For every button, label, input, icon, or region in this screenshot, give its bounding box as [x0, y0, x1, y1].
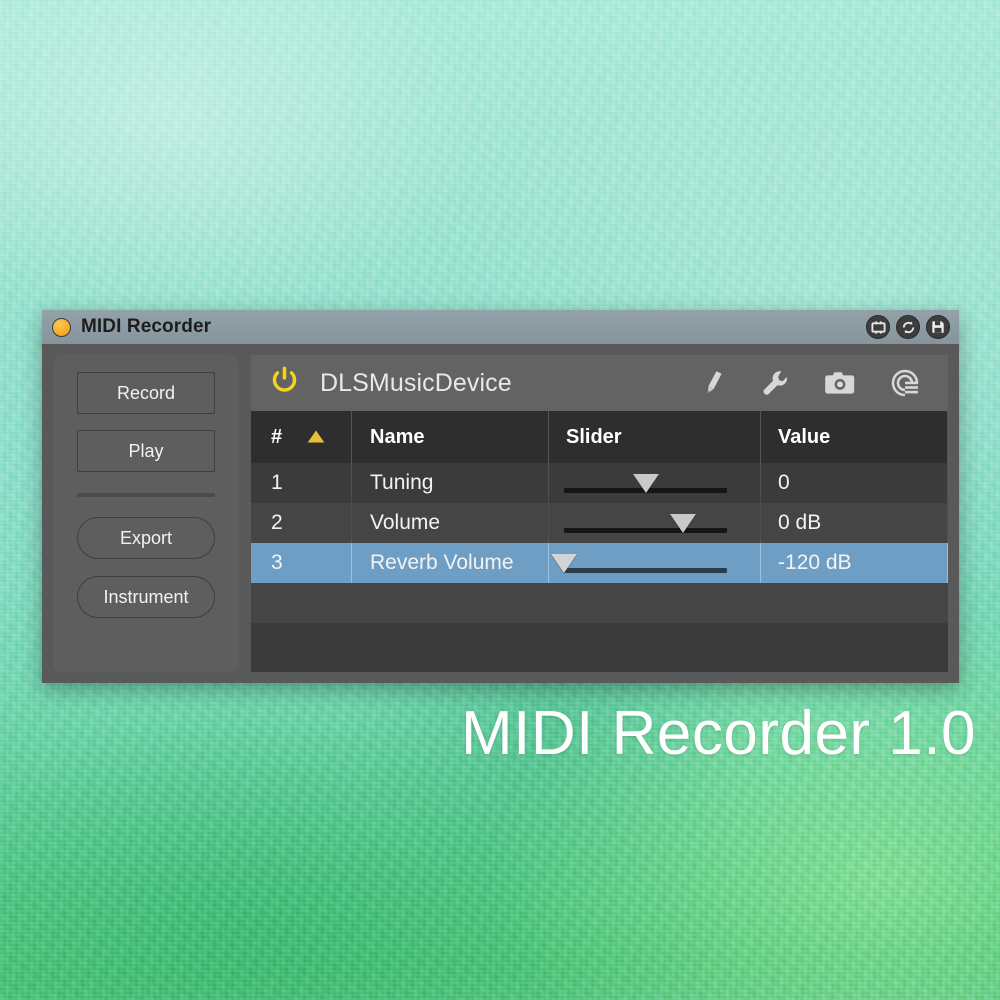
cell-name: Reverb Volume	[352, 543, 549, 583]
instrument-button[interactable]: Instrument	[77, 576, 215, 618]
pencil-icon[interactable]	[700, 369, 726, 397]
parameter-slider[interactable]	[564, 463, 727, 503]
window-frame-icon-button[interactable]	[866, 315, 890, 339]
play-button[interactable]: Play	[77, 430, 215, 472]
cell-value: 0	[761, 463, 948, 503]
table-empty-area	[251, 583, 948, 672]
column-header-number-label: #	[271, 425, 283, 448]
plugin-toolbar	[700, 368, 934, 398]
parameter-slider[interactable]	[564, 503, 727, 543]
cell-slider[interactable]	[549, 503, 761, 543]
window-action-buttons	[866, 310, 950, 344]
cell-number: 1	[251, 463, 352, 503]
parameter-slider[interactable]	[551, 543, 727, 583]
cell-name: Tuning	[352, 463, 549, 503]
wrench-icon[interactable]	[760, 368, 790, 398]
cell-slider[interactable]	[549, 463, 761, 503]
slider-track	[564, 528, 727, 533]
export-button[interactable]: Export	[77, 517, 215, 559]
close-button[interactable]	[52, 317, 71, 337]
window-title: MIDI Recorder	[81, 316, 212, 337]
slider-thumb[interactable]	[669, 514, 696, 533]
column-header-slider[interactable]: Slider	[549, 411, 761, 463]
table-row[interactable]: 3 Reverb Volume -120 dB	[251, 543, 948, 583]
table-empty-row	[251, 623, 948, 663]
window-body: Record Play Export Instrument DLSMusicDe…	[42, 344, 959, 683]
plugin-header: DLSMusicDevice	[251, 355, 948, 411]
power-icon[interactable]	[271, 366, 298, 400]
record-button[interactable]: Record	[77, 372, 215, 414]
column-header-number[interactable]: #	[251, 411, 352, 463]
plugin-name: DLSMusicDevice	[320, 368, 512, 397]
slider-thumb[interactable]	[632, 474, 659, 493]
slider-thumb[interactable]	[551, 554, 577, 573]
column-header-value[interactable]: Value	[761, 411, 948, 463]
save-icon	[931, 320, 945, 334]
midi-recorder-window: MIDI Recorder Record Play Export Instrum…	[42, 310, 959, 683]
table-row[interactable]: 2 Volume 0 dB	[251, 503, 948, 543]
cell-number: 3	[251, 543, 352, 583]
cell-name: Volume	[352, 503, 549, 543]
table-body: 1 Tuning 0 2 Volume 0 dB 3 Reverb Volume -120 dB	[251, 463, 948, 583]
window-title-bar[interactable]: MIDI Recorder	[42, 310, 959, 344]
table-empty-row	[251, 583, 948, 623]
table-row[interactable]: 1 Tuning 0	[251, 463, 948, 503]
cell-value: 0 dB	[761, 503, 948, 543]
table-header-row: # Name Slider Value	[251, 411, 948, 463]
version-caption: MIDI Recorder 1.0	[460, 699, 976, 768]
column-header-name[interactable]: Name	[352, 411, 549, 463]
sync-icon	[901, 320, 916, 335]
cell-value: -120 dB	[761, 543, 948, 583]
plugin-panel: DLSMusicDevice # Name Slider Value 1 Tun…	[251, 355, 948, 672]
preset-list-icon[interactable]	[890, 368, 920, 398]
table-header: # Name Slider Value	[251, 411, 948, 463]
transport-panel: Record Play Export Instrument	[53, 355, 239, 672]
camera-icon[interactable]	[824, 370, 856, 396]
sync-icon-button[interactable]	[896, 315, 920, 339]
window-frame-icon	[870, 320, 886, 335]
save-icon-button[interactable]	[926, 315, 950, 339]
panel-divider	[77, 493, 215, 497]
parameter-table: # Name Slider Value 1 Tuning 0 2 Volume …	[251, 411, 948, 672]
cell-number: 2	[251, 503, 352, 543]
slider-track	[564, 568, 727, 573]
cell-slider[interactable]	[549, 543, 761, 583]
sort-ascending-icon	[307, 426, 325, 449]
